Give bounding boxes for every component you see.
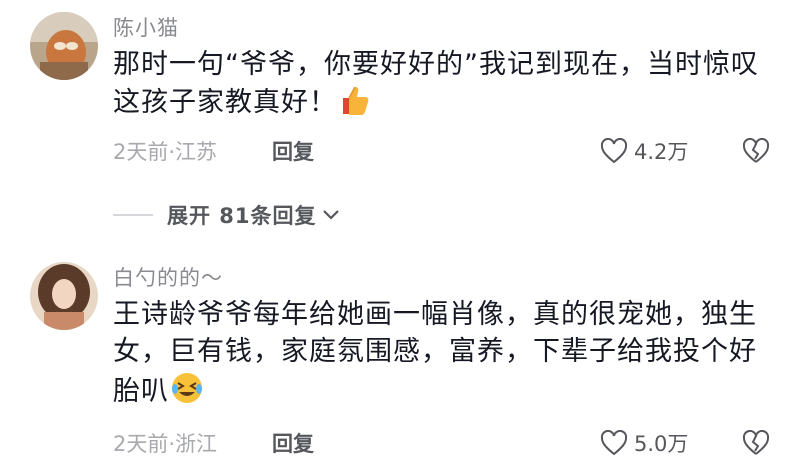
comment-text: 那时一句“爷爷，你要好好的”我记到现在，当时惊叹 这孩子家教真好！ xyxy=(113,46,773,127)
username[interactable]: 陈小猫 xyxy=(113,12,179,42)
rolling-laughing-icon xyxy=(169,370,205,416)
comment-text-line: 这孩子家教真好！ xyxy=(113,83,773,127)
comment-meta: 2天前·浙江 xyxy=(113,432,218,456)
comment-text-line: 王诗龄爷爷每年给她画一幅肖像，真的很宠她，独生 xyxy=(113,299,757,330)
expand-replies-button[interactable]: 展开 81条回复 xyxy=(113,200,341,230)
username[interactable]: 白勺的的～ xyxy=(113,262,223,292)
like-button[interactable]: 4.2万 xyxy=(600,136,688,166)
heart-icon xyxy=(600,138,628,164)
reply-button[interactable]: 回复 xyxy=(272,136,314,166)
dislike-button[interactable] xyxy=(742,137,770,168)
avatar[interactable] xyxy=(30,262,98,330)
comment-text-line: 胎叭 xyxy=(113,370,773,416)
expand-replies-label: 展开 81条回复 xyxy=(167,204,317,228)
reply-button[interactable]: 回复 xyxy=(272,428,314,458)
broken-heart-icon xyxy=(742,429,770,455)
like-count: 5.0万 xyxy=(634,432,689,456)
heart-icon xyxy=(600,430,628,456)
divider xyxy=(113,214,153,216)
broken-heart-icon xyxy=(742,137,770,163)
comment-text-line: 那时一句“爷爷，你要好好的”我记到现在，当时惊叹 xyxy=(113,49,759,80)
chevron-down-icon xyxy=(322,210,339,220)
comment-text-line: 女，巨有钱，家庭氛围感，富养，下辈子给我投个好 xyxy=(113,336,757,367)
comment-text: 王诗龄爷爷每年给她画一幅肖像，真的很宠她，独生 女，巨有钱，家庭氛围感，富养，下… xyxy=(113,296,773,416)
thumbs-up-icon xyxy=(337,83,371,127)
like-count: 4.2万 xyxy=(634,140,689,164)
comment-meta: 2天前·江苏 xyxy=(113,140,218,164)
dislike-button[interactable] xyxy=(742,429,770,460)
like-button[interactable]: 5.0万 xyxy=(600,428,688,458)
avatar[interactable] xyxy=(30,12,98,80)
